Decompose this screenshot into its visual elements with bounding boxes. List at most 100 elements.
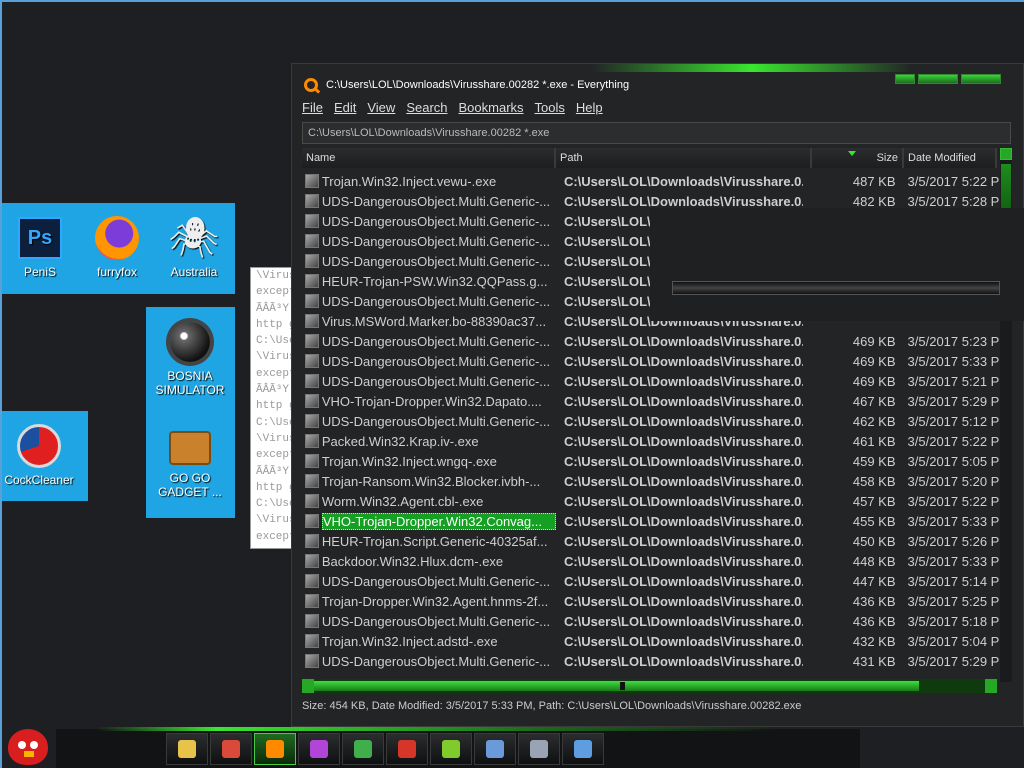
file-row[interactable]: Trojan-Dropper.Win32.Agent.hnms-2f... C:\… <box>302 591 1000 611</box>
file-row[interactable]: UDS-DangerousObject.Multi.Generic-... C:\… <box>302 571 1000 591</box>
file-path: C:\Users\LOL\Downloads\Virusshare.0... <box>563 193 804 209</box>
file-icon <box>305 274 319 288</box>
file-size: 431 KB <box>852 653 896 669</box>
file-row[interactable]: UDS-DangerousObject.Multi.Generic-... C:\… <box>302 611 1000 631</box>
notepad-line: \Virus <box>256 514 292 527</box>
taskbar-button-installer[interactable] <box>518 733 560 765</box>
scroll-right-button[interactable] <box>985 679 997 693</box>
taskbar-button-chrome[interactable] <box>210 733 252 765</box>
menu-tools[interactable]: Tools <box>535 100 565 118</box>
search-input[interactable]: C:\Users\LOL\Downloads\Virusshare.00282 … <box>302 122 1011 144</box>
column-header-row: Name Path Size Date Modified <box>302 148 997 168</box>
file-name: Trojan-Ransom.Win32.Blocker.ivbh-... <box>321 473 541 489</box>
file-row[interactable]: Trojan.Win32.Inject.wngq-.exe C:\Users\LO… <box>302 451 1000 471</box>
column-header-date-modified[interactable]: Date Modified <box>904 148 997 168</box>
notepad-line: except <box>256 367 292 380</box>
file-row[interactable]: VHO-Trojan-Dropper.Win32.Dapato.... C:\Us… <box>302 391 1000 411</box>
maximize-button[interactable] <box>918 74 958 84</box>
desktop-icon-label: CockCleaner <box>4 473 74 487</box>
file-icon <box>305 354 319 368</box>
menu-bar: File Edit View Search Bookmarks Tools He… <box>302 100 614 118</box>
column-header-name[interactable]: Name <box>302 148 556 168</box>
taskbar-button-app-badge[interactable] <box>342 733 384 765</box>
file-icon <box>305 474 319 488</box>
file-row[interactable]: UDS-DangerousObject.Multi.Generic-... C:\… <box>302 651 1000 671</box>
horizontal-scrollbar[interactable] <box>302 679 997 693</box>
menu-file[interactable]: File <box>302 100 323 118</box>
minimize-button[interactable] <box>895 74 915 84</box>
file-row[interactable]: UDS-DangerousObject.Multi.Generic-... C:\… <box>302 371 1000 391</box>
scroll-left-button[interactable] <box>302 679 314 693</box>
window-title: C:\Users\LOL\Downloads\Virusshare.00282 … <box>326 79 630 91</box>
menu-help[interactable]: Help <box>576 100 603 118</box>
desktop-icon-gadget[interactable]: GO GO GADGET ... <box>150 421 230 499</box>
file-row[interactable]: VHO-Trojan-Dropper.Win32.Convag... C:\Use… <box>302 511 1000 531</box>
desktop-icon-ccleaner[interactable]: CockCleaner <box>0 423 79 487</box>
desktop-icon-firefox[interactable]: furryfox <box>77 215 157 279</box>
taskbar-button-file-explorer[interactable] <box>166 733 208 765</box>
firefox-icon <box>95 216 139 260</box>
menu-bookmarks[interactable]: Bookmarks <box>459 100 524 118</box>
file-name: UDS-DangerousObject.Multi.Generic-... <box>321 413 551 429</box>
file-date-modified: 3/5/2017 5:12 PM <box>907 413 1000 429</box>
app-s-icon <box>310 740 328 758</box>
file-date-modified: 3/5/2017 5:18 PM <box>907 613 1000 629</box>
notepad-line: except <box>256 530 292 543</box>
column-header-size[interactable]: Size <box>812 148 904 168</box>
start-button[interactable] <box>0 726 56 768</box>
file-row[interactable]: Trojan.Win32.Inject.adstd-.exe C:\Users\L… <box>302 631 1000 651</box>
file-size: 448 KB <box>852 553 896 569</box>
file-icon <box>305 254 319 268</box>
file-name: UDS-DangerousObject.Multi.Generic-... <box>321 613 551 629</box>
screen-left-edge <box>0 0 2 768</box>
taskbar-button-remote-desktop[interactable] <box>562 733 604 765</box>
menu-edit[interactable]: Edit <box>334 100 356 118</box>
file-date-modified: 3/5/2017 5:05 PM <box>907 453 1000 469</box>
notepad-window-fragment[interactable]: \Virus except ÃÂÃ³Y http ge C:\Use \Viru… <box>250 267 292 549</box>
desktop-icon-photoshop[interactable]: Ps PeniS <box>0 215 80 279</box>
desktop-icon-minesweeper[interactable]: BOSNIA SIMULATOR <box>150 319 230 397</box>
file-row[interactable]: HEUR-Trojan.Script.Generic-40325af... C:\… <box>302 531 1000 551</box>
file-path: C:\Users\LOL\Downloads\Virusshare.0... <box>563 333 804 349</box>
taskbar-button-app-red[interactable] <box>386 733 428 765</box>
file-row[interactable]: Trojan.Win32.Inject.vewu-.exe C:\Users\LO… <box>302 171 1000 191</box>
progress-bar <box>672 281 1000 295</box>
taskbar-button-app-s[interactable] <box>298 733 340 765</box>
file-row[interactable]: Backdoor.Win32.Hlux.dcm-.exe C:\Users\LOL… <box>302 551 1000 571</box>
scroll-up-button[interactable] <box>1000 148 1012 160</box>
horizontal-scroll-thumb[interactable] <box>314 681 919 691</box>
file-date-modified: 3/5/2017 5:28 PM <box>907 193 1000 209</box>
file-row[interactable]: UDS-DangerousObject.Multi.Generic-... C:\… <box>302 351 1000 371</box>
desktop-icon-group-2: BOSNIA SIMULATOR GO GO GADGET ... <box>146 307 235 518</box>
file-path: C:\Users\LOL\Downloads\Virusshare.0... <box>563 633 804 649</box>
file-path: C:\Users\LOL\Downloads\Virusshare.0... <box>563 173 804 189</box>
file-row[interactable]: UDS-DangerousObject.Multi.Generic-... C:\… <box>302 411 1000 431</box>
file-row[interactable]: UDS-DangerousObject.Multi.Generic-... C:\… <box>302 331 1000 351</box>
file-icon <box>305 634 319 648</box>
desktop-icon-group-3: CockCleaner <box>2 411 88 501</box>
file-icon <box>305 394 319 408</box>
file-date-modified: 3/5/2017 5:22 PM <box>907 433 1000 449</box>
file-row[interactable]: Packed.Win32.Krap.iv-.exe C:\Users\LOL\Do… <box>302 431 1000 451</box>
file-name: Virus.MSWord.Marker.bo-88390ac37... <box>321 313 547 329</box>
photoshop-icon: Ps <box>18 217 62 259</box>
file-size: 459 KB <box>852 453 896 469</box>
file-date-modified: 3/5/2017 5:22 PM <box>907 493 1000 509</box>
close-button[interactable] <box>961 74 1001 84</box>
menu-search[interactable]: Search <box>406 100 447 118</box>
taskbar-button-everything-search[interactable] <box>254 733 296 765</box>
desktop-icon-spider-solitaire[interactable]: 🕷 Australia <box>154 215 234 279</box>
file-size: 436 KB <box>852 593 896 609</box>
file-icon <box>305 334 319 348</box>
file-row[interactable]: Trojan-Ransom.Win32.Blocker.ivbh-... C:\U… <box>302 471 1000 491</box>
column-header-path[interactable]: Path <box>556 148 812 168</box>
taskbar-button-network[interactable] <box>474 733 516 765</box>
progress-popup <box>650 208 1024 321</box>
app-badge-icon <box>354 740 372 758</box>
menu-view[interactable]: View <box>367 100 395 118</box>
notepad-line: \Virus <box>256 270 292 282</box>
file-row[interactable]: Worm.Win32.Agent.cbl-.exe C:\Users\LOL\Do… <box>302 491 1000 511</box>
taskbar-button-app-shield[interactable] <box>430 733 472 765</box>
notepad-line: http ge <box>256 481 291 494</box>
file-icon <box>305 414 319 428</box>
